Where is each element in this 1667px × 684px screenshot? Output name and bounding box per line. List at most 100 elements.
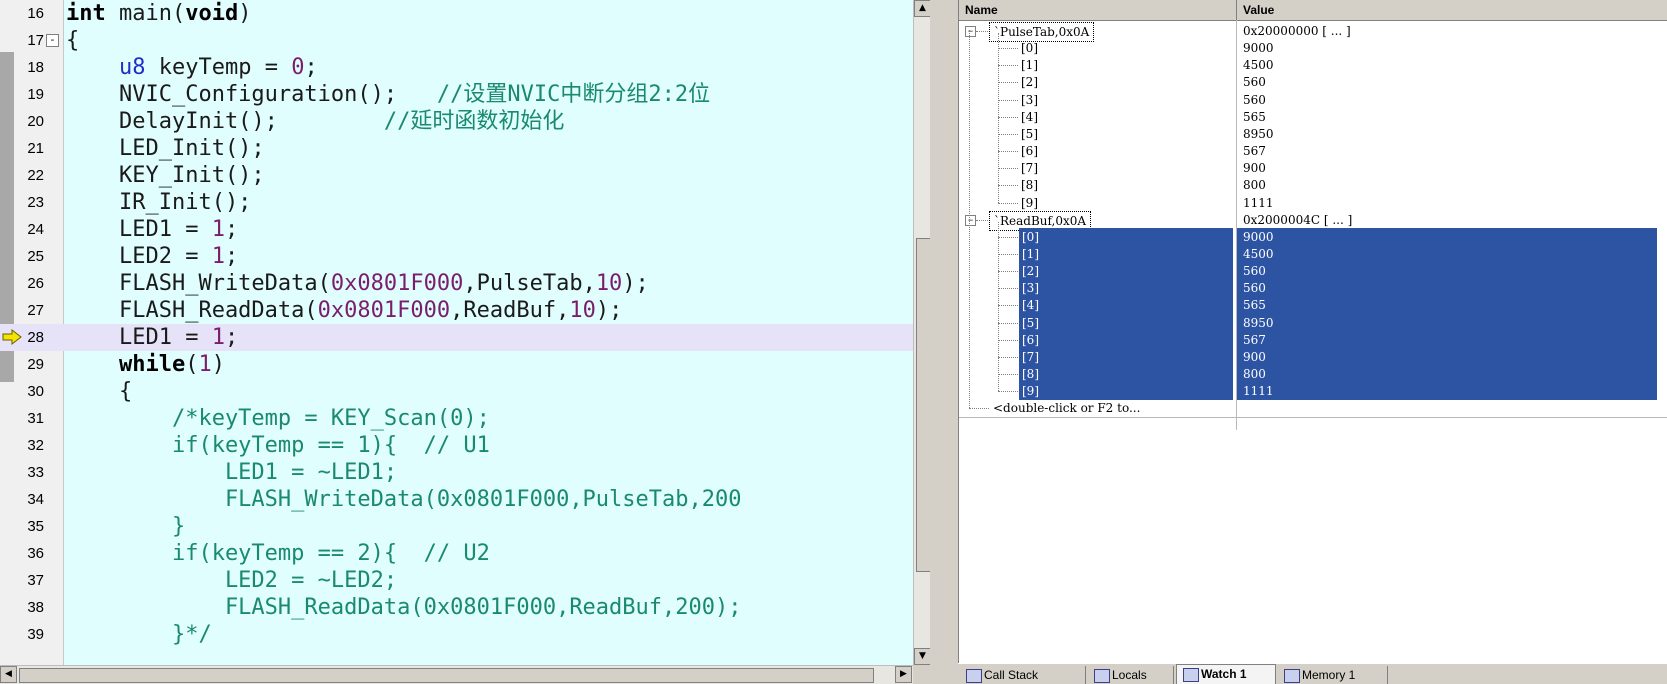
watch-element-row[interactable]: [8] 800 (959, 365, 1667, 383)
watch-element-row[interactable]: [3] 560 (959, 279, 1667, 298)
editor-hscroll-thumb[interactable] (19, 668, 874, 683)
watch-element-row[interactable]: [9] 1111 (959, 194, 1667, 212)
debug-tabs: Call Stack Locals Watch 1 Memory 1 (958, 663, 1667, 684)
editor-horizontal-scrollbar[interactable]: ◀ ▶ (0, 665, 913, 684)
add-watch-hint[interactable]: <double-click or F2 to... (993, 399, 1140, 417)
line-number: 19 (27, 86, 44, 103)
tree-connector (998, 288, 1018, 290)
code-editor[interactable]: 16 int main(void) 17-{18 u8 keyTemp = 0; 19… (0, 0, 913, 665)
watch-element-row[interactable]: [8] 800 (959, 176, 1667, 194)
watch-element-row[interactable]: [1] 4500 (959, 244, 1667, 263)
code-line[interactable]: 30 { (0, 378, 913, 405)
code-line[interactable]: 35 } (0, 513, 913, 540)
watch-element-row[interactable]: [9] 1111 (959, 382, 1667, 401)
code-token: ) (238, 1, 252, 26)
code-line[interactable]: 34 FLASH_WriteData(0x0801F000,PulseTab,2… (0, 486, 913, 513)
watch-element-row[interactable]: [2] 560 (959, 262, 1667, 281)
code-line[interactable]: 24 LED1 = 1; (0, 216, 913, 243)
array-element-value: 560 (1237, 279, 1657, 298)
scroll-left-icon[interactable]: ◀ (0, 666, 17, 683)
code-line[interactable]: 38 FLASH_ReadData(0x0801F000,ReadBuf,200… (0, 594, 913, 621)
code-line[interactable]: 25 LED2 = 1; (0, 243, 913, 270)
code-line[interactable]: 29 while(1) (0, 351, 913, 378)
scroll-down-icon[interactable]: ▼ (914, 648, 931, 665)
code-line[interactable]: 23 IR_Init(); (0, 189, 913, 216)
tree-root-line (969, 30, 970, 409)
watch-group-row[interactable]: − `PulseTab,0x0A 0x20000000 [ ... ] (959, 22, 1667, 42)
array-index-label: [8] (1021, 178, 1038, 193)
code-line[interactable]: 22 KEY_Init(); (0, 162, 913, 189)
line-number: 33 (27, 464, 44, 481)
add-watch-row[interactable]: <double-click or F2 to... (959, 399, 1667, 417)
watch-group-row[interactable]: − `ReadBuf,0x0A 0x2000004C [ ... ] (959, 210, 1667, 231)
tree-connector (998, 253, 1018, 255)
code-token: }*/ (66, 622, 212, 647)
code-line[interactable]: 37 LED2 = ~LED2; (0, 567, 913, 594)
current-code-line[interactable]: 28 LED1 = 1; (0, 324, 913, 351)
tab-call-stack[interactable]: Call Stack (960, 666, 1086, 684)
code-token: ,PulseTab, (463, 271, 596, 296)
code-token: ; (304, 55, 318, 80)
scroll-up-icon[interactable]: ▲ (914, 0, 931, 17)
code-line[interactable]: 18 u8 keyTemp = 0; (0, 54, 913, 81)
watch-expression-value: 0x2000004C [ ... ] (1243, 212, 1353, 227)
watch-element-row[interactable]: [3] 560 (959, 91, 1667, 109)
code-text: LED_Init(); (66, 135, 265, 162)
watch-element-row[interactable]: [4] 565 (959, 108, 1667, 126)
tab-watch-1[interactable]: Watch 1 (1176, 664, 1276, 684)
tree-connector (998, 99, 1018, 101)
code-text: FLASH_WriteData(0x0801F000,PulseTab,10); (66, 270, 649, 297)
fold-toggle-icon[interactable]: - (46, 34, 59, 47)
code-token: 1 (198, 352, 212, 377)
code-line[interactable]: 39 }*/ (0, 621, 913, 648)
watch-element-row[interactable]: [2] 560 (959, 73, 1667, 91)
watch-element-row[interactable]: [5] 8950 (959, 125, 1667, 143)
watch-element-row[interactable]: [5] 8950 (959, 313, 1667, 332)
line-number: 35 (27, 518, 44, 535)
code-line[interactable]: 17-{ (0, 27, 913, 54)
code-line[interactable]: 36 if(keyTemp == 2){ // U2 (0, 540, 913, 567)
code-token: 0x0801F000 (317, 298, 451, 323)
watch-element-row[interactable]: [6] 567 (959, 142, 1667, 160)
code-line[interactable]: 16 int main(void) (0, 0, 913, 27)
line-number: 31 (27, 410, 44, 427)
code-line[interactable]: 20 DelayInit(); //延时函数初始化 (0, 108, 913, 135)
editor-vertical-scrollbar[interactable]: ▲ ▼ (913, 0, 931, 665)
tab-locals[interactable]: Locals (1088, 666, 1174, 684)
watch-element-row[interactable]: [6] 567 (959, 330, 1667, 349)
array-element-value: 8950 (1243, 126, 1274, 141)
code-line[interactable]: 26 FLASH_WriteData(0x0801F000,PulseTab,1… (0, 270, 913, 297)
pane-splitter[interactable] (930, 0, 958, 683)
editor-vscroll-thumb[interactable] (916, 238, 931, 572)
code-text: } (66, 513, 185, 540)
watch-element-row[interactable]: [7] 900 (959, 347, 1667, 366)
array-element-value: 560 (1237, 262, 1657, 281)
watch-element-row[interactable]: [1] 4500 (959, 56, 1667, 74)
array-index-label: [2] (1021, 75, 1038, 90)
watch-element-row[interactable]: [7] 900 (959, 159, 1667, 177)
watch-element-row[interactable]: [0] 9000 (959, 39, 1667, 57)
array-index-label: [9] (1021, 195, 1038, 210)
code-line[interactable]: 32 if(keyTemp == 1){ // U1 (0, 432, 913, 459)
code-token: /*keyTemp = KEY_Scan(0); (66, 406, 490, 431)
watch-element-row[interactable]: [0] 9000 (959, 227, 1667, 246)
code-line[interactable]: 21 LED_Init(); (0, 135, 913, 162)
tree-collapse-icon[interactable]: − (965, 26, 976, 37)
watch-element-row[interactable]: [4] 565 (959, 296, 1667, 315)
code-token: main( (105, 1, 186, 26)
tab-label: Locals (1112, 668, 1147, 682)
scroll-right-icon[interactable]: ▶ (895, 666, 912, 683)
tree-collapse-icon[interactable]: − (965, 214, 976, 226)
array-element-value: 1111 (1243, 195, 1274, 210)
code-line[interactable]: 31 /*keyTemp = KEY_Scan(0); (0, 405, 913, 432)
code-token: ; (224, 217, 239, 242)
value-column-header[interactable]: Value (1237, 0, 1667, 20)
code-line[interactable]: 33 LED1 = ~LED1; (0, 459, 913, 486)
code-text: LED1 = ~LED1; (66, 459, 397, 486)
code-line[interactable]: 19 NVIC_Configuration(); //设置NVIC中断分组2:2… (0, 81, 913, 108)
tab-memory-1[interactable]: Memory 1 (1278, 666, 1388, 684)
code-line[interactable]: 27 FLASH_ReadData(0x0801F000,ReadBuf,10)… (0, 297, 913, 324)
watch-window[interactable]: Name Value − `PulseTab,0x0A 0x20000000 [ .… (958, 0, 1667, 663)
name-column-header[interactable]: Name (959, 0, 1237, 20)
